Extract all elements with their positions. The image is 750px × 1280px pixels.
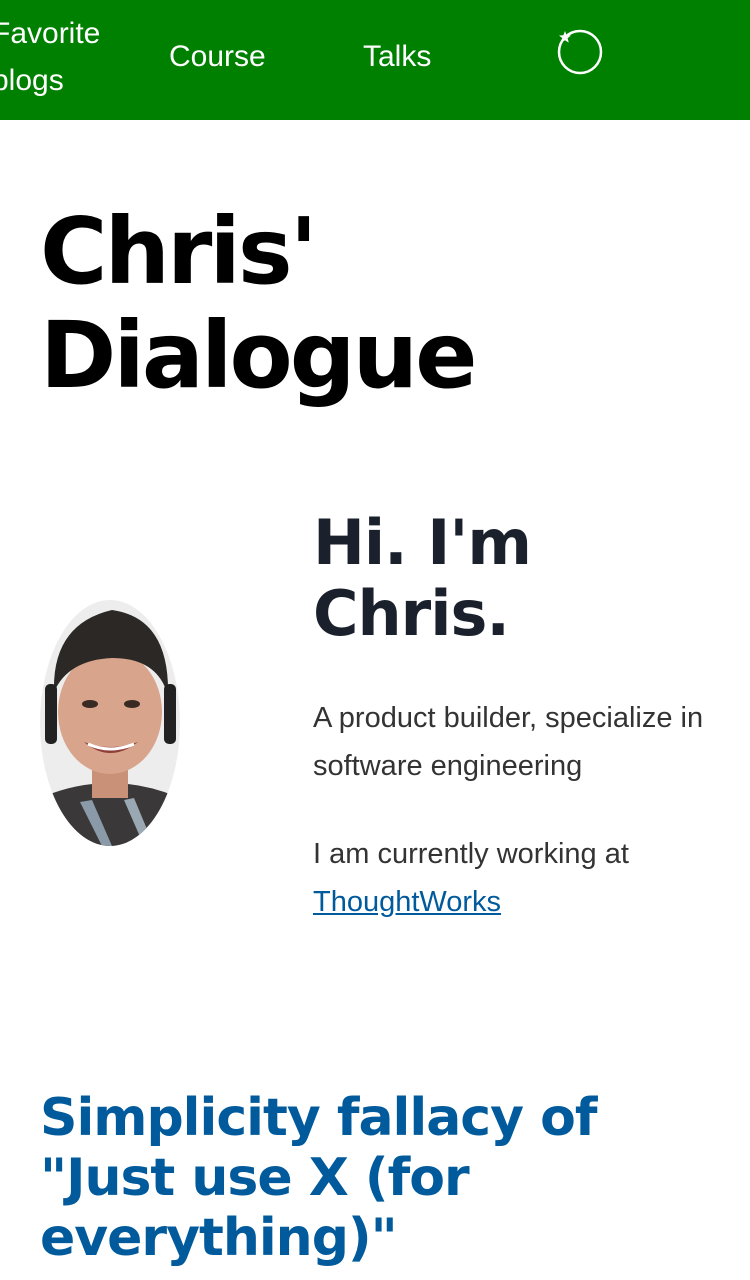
work-prefix: I am currently working at	[313, 838, 629, 870]
bio-text: A product builder, specialize in softwar…	[313, 702, 704, 782]
avatar	[40, 600, 180, 846]
thoughtworks-link[interactable]: ThoughtWorks	[313, 886, 501, 918]
greeting-line2: Chris.	[313, 577, 510, 650]
greeting-heading: Hi. I'm Chris.	[313, 506, 532, 650]
post-title: Simplicity fallacy of "Just use X (for e…	[40, 1088, 730, 1268]
theme-toggle-icon	[557, 29, 603, 75]
site-title: Chris' Dialogue	[40, 198, 477, 409]
theme-toggle-button[interactable]	[556, 28, 604, 76]
nav-talks-link[interactable]: Talks	[363, 33, 431, 80]
site-title-line1: Chris'	[40, 198, 318, 305]
nav-favorite-blogs-link[interactable]: Favorite blogs	[0, 10, 122, 104]
top-nav: Favorite blogs Course Talks	[0, 0, 750, 120]
post-title-link[interactable]: Simplicity fallacy of "Just use X (for e…	[40, 1088, 597, 1268]
nav-course-link[interactable]: Course	[169, 33, 266, 80]
greeting-line1: Hi. I'm	[313, 506, 532, 579]
site-title-line2: Dialogue	[40, 302, 477, 409]
work-text: I am currently working at ThoughtWorks	[313, 830, 733, 926]
